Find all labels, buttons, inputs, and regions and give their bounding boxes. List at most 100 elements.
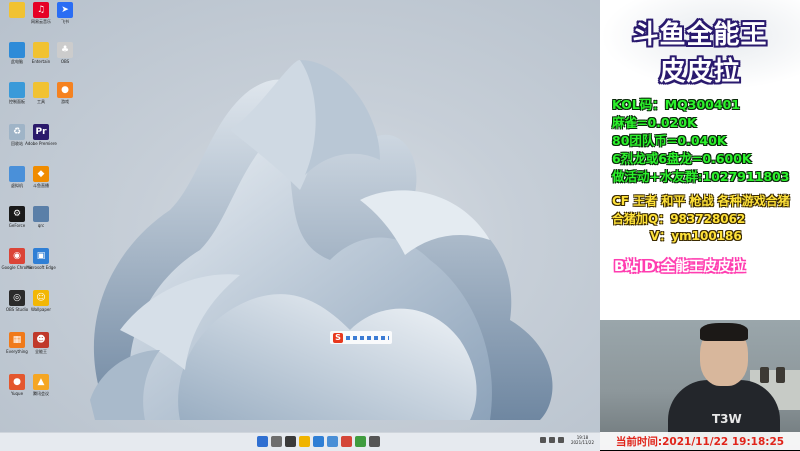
webcam-feed: T3W [600, 320, 800, 450]
app-icon [33, 82, 49, 98]
current-time-text: 当前时间:2021/11/22 19:18:25 [615, 435, 785, 448]
contact-list: CF 王者 和平 枪战 各种游戏合猪 合猪加Q：983728062 V：ym10… [612, 193, 790, 246]
desktop-icon[interactable]: ● 游戏 [52, 82, 78, 108]
taskbar-app-icon[interactable] [257, 436, 268, 447]
desktop-icon-label: 回收站 [11, 141, 23, 146]
desktop-icon-label: Microsoft Edge [26, 265, 56, 270]
app-icon: ◉ [9, 248, 25, 264]
app-icon [33, 42, 49, 58]
app-icon: ● [9, 374, 25, 390]
taskbar-app-icon[interactable] [355, 436, 366, 447]
desktop-icon[interactable] [4, 2, 30, 28]
volume-icon[interactable] [557, 437, 564, 443]
clock-date: 2021/11/22 [570, 440, 594, 445]
desktop-icon-label: 此电脑 [11, 59, 23, 64]
price-mahjong: 麻雀=0.020K [612, 115, 697, 130]
desktop-icon-label: Everything [6, 349, 28, 354]
app-icon: ☺ [33, 290, 49, 306]
taskbar: 19:18 2021/11/22 [0, 432, 600, 451]
app-icon [33, 206, 49, 222]
desktop-icon[interactable]: 此电脑 [4, 42, 30, 68]
stream-info-panel: 斗鱼全能王 皮皮拉 KOL码：MQ300401 麻雀=0.020K 80团队币=… [600, 0, 800, 320]
desktop-icon-label: OBS [60, 59, 70, 64]
activity-group: 做活动+水友群:1027911803 [612, 169, 790, 184]
taskbar-app-icon[interactable] [313, 436, 324, 447]
streamer-hair [700, 323, 748, 341]
desktop-icon[interactable]: ♫ 网易云音乐 [28, 2, 54, 28]
desktop-icon-label: 网易云音乐 [31, 19, 51, 24]
app-icon: ♻ [9, 124, 25, 140]
network-icon[interactable] [548, 437, 555, 443]
desktop-icon-label: OBS Studio [5, 307, 29, 312]
app-icon [9, 2, 25, 18]
taskbar-app-icon[interactable] [327, 436, 338, 447]
desktop-icon[interactable]: ◆ 斗鱼直播 [28, 166, 54, 192]
app-icon: ▲ [33, 374, 49, 390]
desktop-icon[interactable]: ▲ 腾讯会议 [28, 374, 54, 400]
taskbar-app-icon[interactable] [285, 436, 296, 447]
desktop-icon-label: GeForce [8, 223, 26, 228]
desktop-icon[interactable]: ▦ Everything [4, 332, 30, 358]
desktop-icon[interactable]: ● Yuque [4, 374, 30, 400]
wallpaper-bloom [90, 60, 553, 420]
chevron-up-icon[interactable] [539, 437, 546, 443]
desktop-icon[interactable]: Entertain [28, 42, 54, 68]
brand-subtitle: 皮皮拉 [659, 57, 741, 87]
desktop-capture: ♫ 网易云音乐 ➤ 飞书 此电脑 Entertain ♣ OBS 控制面板 工具 ● 游戏 ♻ 回收站 Pr… [0, 0, 600, 432]
current-time-bar: 当前时间:2021/11/22 19:18:25 [600, 432, 800, 450]
app-icon: ♫ [33, 2, 49, 18]
app-icon: ⚙ [9, 206, 25, 222]
desktop-icon[interactable]: 工具 [28, 82, 54, 108]
desktop-icon[interactable]: ⚙ GeForce [4, 206, 30, 232]
app-icon: Pr [33, 124, 49, 140]
taskbar-app-icon[interactable] [299, 436, 310, 447]
app-icon: ▣ [33, 248, 49, 264]
app-icon: ◎ [9, 290, 25, 306]
taskbar-app-icon[interactable] [341, 436, 352, 447]
system-tray: 19:18 2021/11/22 [539, 435, 594, 445]
desktop-icon-label: 游戏 [61, 99, 69, 104]
app-icon: ◆ [33, 166, 49, 182]
desktop-icon-label: 斗鱼直播 [33, 183, 49, 188]
desktop-icon-label: Adobe Premiere [25, 141, 57, 146]
desktop-icon-label: Yuque [10, 391, 24, 396]
desktop-icon-label: Entertain [31, 59, 51, 64]
desktop-icon[interactable]: qrc [28, 206, 54, 232]
app-icon: ♣ [57, 42, 73, 58]
desktop-icon[interactable]: ◉ Google Chrome [1, 248, 33, 274]
desktop-icon[interactable]: ◎ OBS Studio [4, 290, 30, 316]
desktop-icon[interactable]: Pr Adobe Premiere [25, 124, 57, 150]
taskbar-app-icon[interactable] [271, 436, 282, 447]
desktop-icon[interactable]: ♻ 回收站 [4, 124, 30, 150]
price-dragon: 6烈龙或6盘龙=0.600K [612, 151, 752, 166]
desktop-icon[interactable]: 虚拟机 [4, 166, 30, 192]
desktop-icon-label: Wallpaper [30, 307, 51, 312]
desktop-icon[interactable]: 控制面板 [4, 82, 30, 108]
desktop-icon-label: 飞书 [61, 19, 69, 24]
app-icon: ☻ [33, 332, 49, 348]
desktop-icon[interactable]: ☺ Wallpaper [28, 290, 54, 316]
douyu-watermark: S [330, 331, 392, 344]
wechat-contact: V：ym100186 [650, 229, 742, 243]
games-line: CF 王者 和平 枪战 各种游戏合猪 [612, 194, 790, 208]
taskbar-clock[interactable]: 19:18 2021/11/22 [571, 435, 594, 445]
desktop-icon[interactable]: ☻ 全能王 [28, 332, 54, 358]
bilibili-id: B站ID:全能王皮皮拉 [614, 259, 746, 275]
desktop-icon-label: 腾讯会议 [33, 391, 49, 396]
app-icon: ● [57, 82, 73, 98]
desktop-icon-label: 全能王 [35, 349, 47, 354]
brand-title: 斗鱼全能王 [632, 20, 768, 50]
price-team-coin: 80团队币=0.040K [612, 133, 727, 148]
app-icon: ➤ [57, 2, 73, 18]
desktop-icon-label: 虚拟机 [11, 183, 23, 188]
desktop-icon[interactable]: ♣ OBS [52, 42, 78, 68]
taskbar-apps [257, 436, 380, 447]
price-list: KOL码：MQ300401 麻雀=0.020K 80团队币=0.040K 6烈龙… [612, 96, 789, 186]
app-icon [9, 82, 25, 98]
app-icon [9, 42, 25, 58]
app-icon [9, 166, 25, 182]
desktop-icon[interactable]: ➤ 飞书 [52, 2, 78, 28]
taskbar-app-icon[interactable] [369, 436, 380, 447]
desktop-icon[interactable]: ▣ Microsoft Edge [26, 248, 56, 274]
desktop-icon-label: qrc [37, 223, 45, 228]
